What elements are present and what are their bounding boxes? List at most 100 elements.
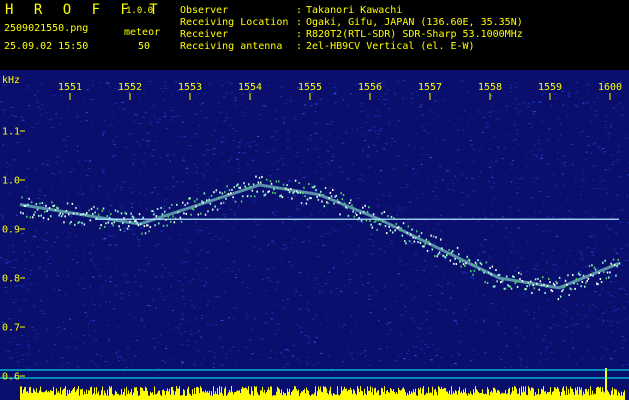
noise-speck: [595, 115, 597, 117]
noise-speck: [534, 177, 536, 179]
noise-speck: [264, 321, 267, 323]
noise-speck: [551, 216, 554, 218]
meteor-bar: [327, 393, 328, 400]
doppler-speck: [599, 278, 602, 280]
noise-speck: [37, 197, 41, 199]
noise-speck: [562, 104, 564, 106]
noise-speck: [213, 356, 216, 358]
noise-speck: [52, 289, 56, 290]
noise-speck: [305, 194, 307, 196]
noise-speck: [439, 215, 443, 216]
meteor-bar: [429, 393, 430, 400]
noise-speck: [356, 197, 360, 199]
meteor-bar: [45, 391, 46, 400]
noise-speck: [188, 145, 191, 147]
noise-speck: [24, 260, 28, 262]
noise-speck: [288, 179, 292, 181]
doppler-speck: [94, 211, 96, 214]
meteor-bar: [526, 394, 527, 400]
noise-speck: [131, 362, 134, 364]
meteor-bar: [61, 394, 62, 400]
doppler-speck: [202, 201, 204, 204]
noise-speck: [25, 186, 28, 188]
meteor-bar: [402, 388, 403, 400]
doppler-speck: [482, 269, 484, 272]
meteor-bar: [273, 395, 274, 400]
doppler-speck: [557, 298, 560, 301]
noise-speck: [46, 274, 48, 276]
noise-speck: [253, 269, 256, 271]
doppler-speck: [36, 208, 39, 211]
doppler-speck: [502, 279, 504, 282]
noise-speck: [185, 251, 189, 253]
noise-speck: [7, 358, 9, 360]
noise-speck: [42, 220, 45, 222]
noise-speck: [483, 321, 485, 323]
noise-speck: [491, 176, 494, 178]
meteor-bar: [421, 393, 422, 400]
meteor-bar: [583, 391, 584, 400]
noise-speck: [542, 253, 545, 255]
noise-speck: [394, 308, 396, 310]
noise-speck: [82, 102, 84, 104]
noise-speck: [535, 264, 538, 266]
noise-speck: [437, 153, 439, 155]
noise-speck: [233, 226, 235, 228]
noise-speck: [29, 269, 33, 271]
doppler-speck: [99, 227, 101, 230]
meteor-bar: [304, 388, 305, 400]
x-tick-label: 1551: [58, 82, 82, 93]
noise-speck: [610, 275, 613, 277]
noise-speck: [2, 109, 6, 111]
noise-speck: [355, 321, 358, 323]
noise-speck: [262, 105, 266, 107]
noise-speck: [376, 239, 378, 241]
noise-speck: [71, 363, 74, 365]
noise-speck: [588, 144, 590, 146]
noise-speck: [276, 316, 278, 318]
meteor-bar: [78, 386, 79, 400]
noise-speck: [589, 363, 591, 364]
meteor-bar: [100, 394, 101, 400]
observer-label: Observer: [180, 5, 229, 16]
noise-speck: [441, 237, 443, 239]
noise-speck: [607, 320, 609, 322]
noise-speck: [42, 238, 45, 240]
noise-speck: [588, 235, 591, 237]
noise-speck: [402, 80, 406, 82]
noise-speck: [66, 135, 69, 137]
noise-speck: [488, 111, 491, 113]
meteor-bar: [511, 392, 512, 400]
doppler-speck: [371, 226, 374, 229]
noise-speck: [341, 361, 345, 363]
noise-speck: [161, 264, 164, 266]
noise-speck: [67, 270, 69, 272]
noise-speck: [218, 102, 221, 104]
noise-speck: [574, 177, 577, 179]
meteor-bar: [315, 386, 316, 400]
noise-speck: [23, 268, 26, 270]
meteor-bar: [398, 387, 399, 400]
meteor-bar: [80, 389, 81, 400]
meteor-bar: [57, 392, 58, 400]
meteor-bar: [575, 387, 576, 400]
noise-speck: [248, 265, 251, 266]
noise-speck: [236, 220, 239, 222]
meteor-bar: [106, 395, 107, 400]
noise-speck: [389, 329, 392, 331]
doppler-speck: [404, 240, 406, 243]
meteor-bar: [364, 388, 365, 400]
meteor-bar: [587, 391, 588, 400]
noise-speck: [532, 281, 535, 282]
meteor-bar: [293, 389, 294, 400]
meteor-bar: [221, 386, 222, 400]
noise-speck: [416, 95, 419, 97]
noise-speck: [218, 336, 222, 338]
noise-speck: [302, 146, 306, 148]
meteor-bar: [237, 390, 238, 400]
noise-speck: [20, 334, 24, 336]
meteor-bar: [471, 393, 472, 400]
noise-speck: [329, 291, 332, 292]
meteor-bar: [615, 389, 616, 400]
noise-speck: [248, 293, 252, 294]
